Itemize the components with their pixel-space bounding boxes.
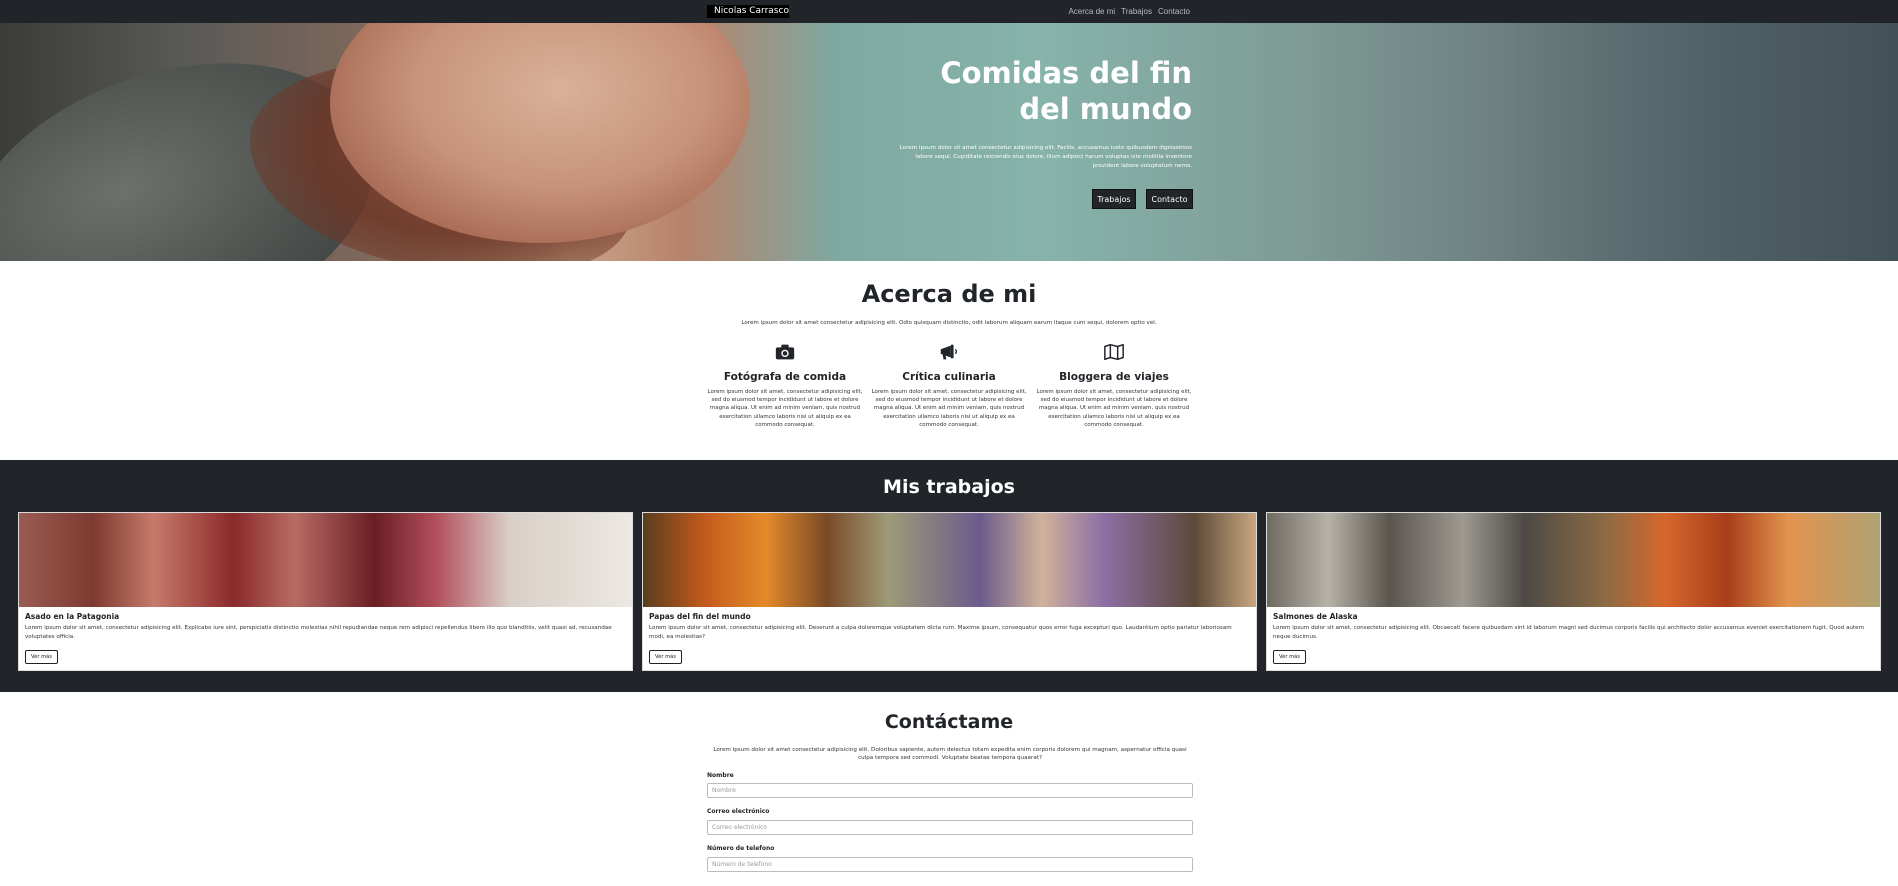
nav-link-contacto[interactable]: Contacto bbox=[1158, 5, 1190, 18]
megaphone-icon bbox=[940, 344, 958, 360]
service-title: Fotógrafa de comida bbox=[723, 371, 847, 383]
nav-link-trabajos[interactable]: Trabajos bbox=[1121, 5, 1152, 18]
about-lead: Lorem ipsum dolor sit amet consectetur a… bbox=[741, 320, 1157, 326]
work-card-text: Lorem ipsum dolor sit amet, consectetur … bbox=[1273, 625, 1865, 640]
work-card-title: Salmones de Alaska bbox=[1273, 612, 1358, 621]
hero-title-line2: del mundo bbox=[1019, 92, 1192, 126]
works-section: Mis trabajos Asado en la Patagonia Lorem… bbox=[0, 460, 1898, 692]
email-input[interactable] bbox=[707, 820, 1193, 835]
name-input[interactable] bbox=[707, 783, 1193, 798]
service-food-critic: Crítica culinaria Lorem ipsum dolor sit … bbox=[870, 342, 1028, 429]
nav-link-acerca[interactable]: Acerca de mi bbox=[1068, 5, 1115, 18]
work-image-papas bbox=[643, 513, 1256, 607]
work-card-title: Asado en la Patagonia bbox=[25, 612, 120, 621]
hero-trabajos-button[interactable]: Trabajos bbox=[1092, 189, 1136, 209]
service-text: Lorem ipsum dolor sit amet, consectetur … bbox=[1036, 389, 1192, 428]
service-title: Bloggera de viajes bbox=[1059, 371, 1169, 383]
map-icon bbox=[1104, 343, 1124, 361]
hero-title-line1: Comidas del fin bbox=[940, 56, 1192, 90]
hero-contacto-button[interactable]: Contacto bbox=[1146, 189, 1193, 209]
navbar: Nicolas Carrasco Acerca de mi Trabajos C… bbox=[0, 0, 1898, 23]
work-image-asado bbox=[19, 513, 632, 607]
works-title: Mis trabajos bbox=[883, 476, 1015, 498]
work-card-text: Lorem ipsum dolor sit amet, consectetur … bbox=[649, 625, 1232, 640]
work-image-salmones bbox=[1267, 513, 1880, 607]
contact-lead: Lorem ipsum dolor sit amet consectetur a… bbox=[713, 747, 1187, 762]
service-title: Crítica culinaria bbox=[902, 371, 996, 383]
contact-title: Contáctame bbox=[884, 711, 1014, 733]
work-card: Asado en la Patagonia Lorem ipsum dolor … bbox=[18, 512, 633, 671]
work-card-text: Lorem ipsum dolor sit amet, consectetur … bbox=[25, 625, 612, 640]
phone-label: Número de telefono bbox=[707, 845, 775, 852]
service-food-photographer: Fotógrafa de comida Lorem ipsum dolor si… bbox=[706, 342, 864, 429]
about-title: Acerca de mi bbox=[861, 280, 1037, 308]
hero-image-shade bbox=[1500, 23, 1898, 261]
camera-icon bbox=[775, 344, 795, 360]
hero-text: Lorem ipsum dolor sit amet consectetur a… bbox=[899, 145, 1192, 169]
service-text: Lorem ipsum dolor sit amet, consectetur … bbox=[707, 389, 863, 428]
name-label: Nombre bbox=[707, 772, 734, 779]
service-travel-blogger: Bloggera de viajes Lorem ipsum dolor sit… bbox=[1035, 342, 1193, 429]
hero-title: Comidas del fin del mundo bbox=[872, 55, 1192, 127]
email-label: Correo electrónico bbox=[707, 808, 770, 815]
service-text: Lorem ipsum dolor sit amet, consectetur … bbox=[871, 389, 1027, 428]
ver-mas-button[interactable]: Ver más bbox=[1273, 650, 1307, 664]
work-card-title: Papas del fin del mundo bbox=[649, 612, 751, 621]
work-card: Salmones de Alaska Lorem ipsum dolor sit… bbox=[1266, 512, 1881, 671]
phone-input[interactable] bbox=[707, 857, 1193, 872]
brand-logo[interactable]: Nicolas Carrasco bbox=[707, 5, 789, 18]
nav-links: Acerca de mi Trabajos Contacto bbox=[1068, 5, 1190, 18]
work-card: Papas del fin del mundo Lorem ipsum dolo… bbox=[642, 512, 1257, 671]
ver-mas-button[interactable]: Ver más bbox=[649, 650, 683, 664]
ver-mas-button[interactable]: Ver más bbox=[25, 650, 59, 664]
hero-banner: Comidas del fin del mundo Lorem ipsum do… bbox=[0, 23, 1898, 261]
